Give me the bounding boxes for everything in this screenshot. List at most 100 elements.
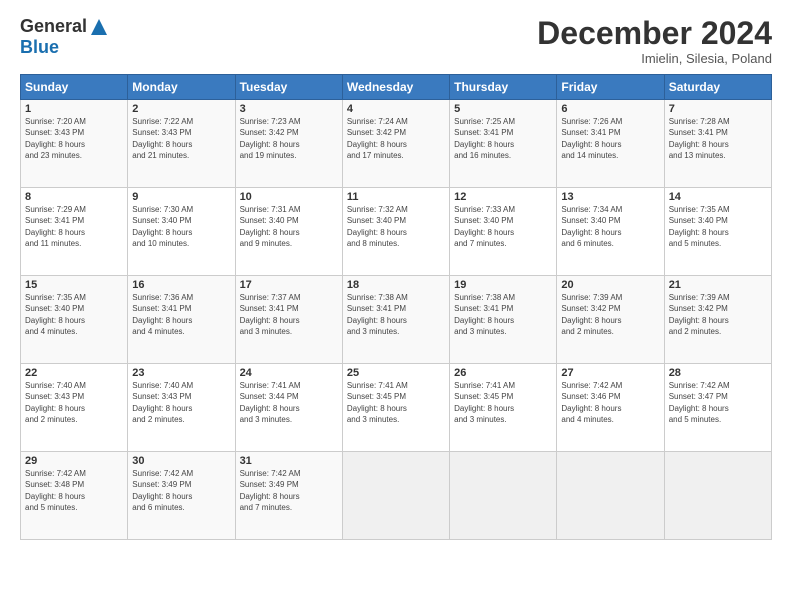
table-row: 18Sunrise: 7:38 AMSunset: 3:41 PMDayligh… [342,276,449,364]
day-info-line: Sunrise: 7:39 AM [669,293,730,302]
day-info-line: and 7 minutes. [240,503,292,512]
day-number: 4 [347,103,445,115]
day-cell-content: Sunrise: 7:35 AMSunset: 3:40 PMDaylight:… [669,204,767,249]
day-info-line: Daylight: 8 hours [669,140,729,149]
header: General Blue December 2024 Imielin, Sile… [20,16,772,66]
day-info-line: and 17 minutes. [347,151,404,160]
table-row: 26Sunrise: 7:41 AMSunset: 3:45 PMDayligh… [450,364,557,452]
day-cell-content: Sunrise: 7:30 AMSunset: 3:40 PMDaylight:… [132,204,230,249]
day-cell-content: Sunrise: 7:41 AMSunset: 3:45 PMDaylight:… [454,380,552,425]
day-info-line: Daylight: 8 hours [347,228,407,237]
table-row [557,452,664,540]
table-row: 6Sunrise: 7:26 AMSunset: 3:41 PMDaylight… [557,100,664,188]
day-info-line: Daylight: 8 hours [25,228,85,237]
day-number: 5 [454,103,552,115]
day-info-line: Sunset: 3:41 PM [669,128,728,137]
table-row: 24Sunrise: 7:41 AMSunset: 3:44 PMDayligh… [235,364,342,452]
day-info-line: Daylight: 8 hours [561,316,621,325]
day-info-line: Daylight: 8 hours [669,316,729,325]
logo-general-text: General [20,16,87,37]
day-info-line: Sunset: 3:41 PM [240,304,299,313]
calendar-week-row: 15Sunrise: 7:35 AMSunset: 3:40 PMDayligh… [21,276,772,364]
day-cell-content: Sunrise: 7:42 AMSunset: 3:47 PMDaylight:… [669,380,767,425]
day-info-line: and 21 minutes. [132,151,189,160]
day-number: 22 [25,367,123,379]
table-row: 7Sunrise: 7:28 AMSunset: 3:41 PMDaylight… [664,100,771,188]
title-section: December 2024 Imielin, Silesia, Poland [537,16,772,66]
day-info-line: Sunrise: 7:37 AM [240,293,301,302]
day-cell-content: Sunrise: 7:42 AMSunset: 3:49 PMDaylight:… [132,468,230,513]
day-info-line: Sunset: 3:40 PM [454,216,513,225]
day-info-line: Sunrise: 7:22 AM [132,117,193,126]
day-info-line: Sunrise: 7:25 AM [454,117,515,126]
day-info-line: Sunrise: 7:30 AM [132,205,193,214]
day-info-line: Sunrise: 7:36 AM [132,293,193,302]
day-info-line: Daylight: 8 hours [561,404,621,413]
header-sunday: Sunday [21,75,128,100]
table-row: 3Sunrise: 7:23 AMSunset: 3:42 PMDaylight… [235,100,342,188]
day-info-line: Sunrise: 7:31 AM [240,205,301,214]
day-info-line: Sunset: 3:44 PM [240,392,299,401]
day-info-line: and 14 minutes. [561,151,618,160]
table-row: 14Sunrise: 7:35 AMSunset: 3:40 PMDayligh… [664,188,771,276]
day-info-line: Sunset: 3:40 PM [25,304,84,313]
day-info-line: and 4 minutes. [132,327,184,336]
day-info-line: Daylight: 8 hours [454,404,514,413]
day-info-line: Sunrise: 7:34 AM [561,205,622,214]
table-row: 4Sunrise: 7:24 AMSunset: 3:42 PMDaylight… [342,100,449,188]
day-info-line: Sunrise: 7:38 AM [454,293,515,302]
day-number: 3 [240,103,338,115]
day-info-line: and 2 minutes. [132,415,184,424]
day-cell-content: Sunrise: 7:39 AMSunset: 3:42 PMDaylight:… [561,292,659,337]
day-cell-content: Sunrise: 7:41 AMSunset: 3:45 PMDaylight:… [347,380,445,425]
day-number: 8 [25,191,123,203]
table-row: 11Sunrise: 7:32 AMSunset: 3:40 PMDayligh… [342,188,449,276]
day-info-line: Sunset: 3:41 PM [25,216,84,225]
day-info-line: Sunrise: 7:42 AM [25,469,86,478]
calendar-week-row: 1Sunrise: 7:20 AMSunset: 3:43 PMDaylight… [21,100,772,188]
day-number: 24 [240,367,338,379]
day-number: 25 [347,367,445,379]
table-row: 10Sunrise: 7:31 AMSunset: 3:40 PMDayligh… [235,188,342,276]
day-number: 7 [669,103,767,115]
header-wednesday: Wednesday [342,75,449,100]
page: General Blue December 2024 Imielin, Sile… [0,0,792,612]
day-info-line: and 13 minutes. [669,151,726,160]
day-info-line: Sunrise: 7:42 AM [561,381,622,390]
day-number: 2 [132,103,230,115]
day-info-line: and 3 minutes. [454,415,506,424]
day-cell-content: Sunrise: 7:35 AMSunset: 3:40 PMDaylight:… [25,292,123,337]
day-cell-content: Sunrise: 7:40 AMSunset: 3:43 PMDaylight:… [25,380,123,425]
day-info-line: Daylight: 8 hours [347,316,407,325]
month-title: December 2024 [537,16,772,51]
day-info-line: Sunset: 3:40 PM [669,216,728,225]
day-info-line: and 5 minutes. [669,239,721,248]
day-info-line: Daylight: 8 hours [669,228,729,237]
day-info-line: Daylight: 8 hours [132,316,192,325]
day-number: 26 [454,367,552,379]
day-info-line: and 6 minutes. [561,239,613,248]
day-info-line: Daylight: 8 hours [669,404,729,413]
table-row [664,452,771,540]
day-info-line: Sunrise: 7:32 AM [347,205,408,214]
table-row: 13Sunrise: 7:34 AMSunset: 3:40 PMDayligh… [557,188,664,276]
day-info-line: and 3 minutes. [240,415,292,424]
table-row: 28Sunrise: 7:42 AMSunset: 3:47 PMDayligh… [664,364,771,452]
table-row: 30Sunrise: 7:42 AMSunset: 3:49 PMDayligh… [128,452,235,540]
day-info-line: Sunset: 3:42 PM [240,128,299,137]
day-info-line: Daylight: 8 hours [132,492,192,501]
day-info-line: Sunrise: 7:41 AM [347,381,408,390]
day-info-line: and 4 minutes. [25,327,77,336]
day-info-line: Sunset: 3:48 PM [25,480,84,489]
day-info-line: Daylight: 8 hours [25,492,85,501]
day-cell-content: Sunrise: 7:39 AMSunset: 3:42 PMDaylight:… [669,292,767,337]
table-row: 25Sunrise: 7:41 AMSunset: 3:45 PMDayligh… [342,364,449,452]
header-tuesday: Tuesday [235,75,342,100]
day-number: 10 [240,191,338,203]
day-info-line: and 19 minutes. [240,151,297,160]
day-cell-content: Sunrise: 7:25 AMSunset: 3:41 PMDaylight:… [454,116,552,161]
day-info-line: Sunrise: 7:26 AM [561,117,622,126]
day-info-line: Sunset: 3:40 PM [561,216,620,225]
day-number: 29 [25,455,123,467]
day-cell-content: Sunrise: 7:38 AMSunset: 3:41 PMDaylight:… [454,292,552,337]
